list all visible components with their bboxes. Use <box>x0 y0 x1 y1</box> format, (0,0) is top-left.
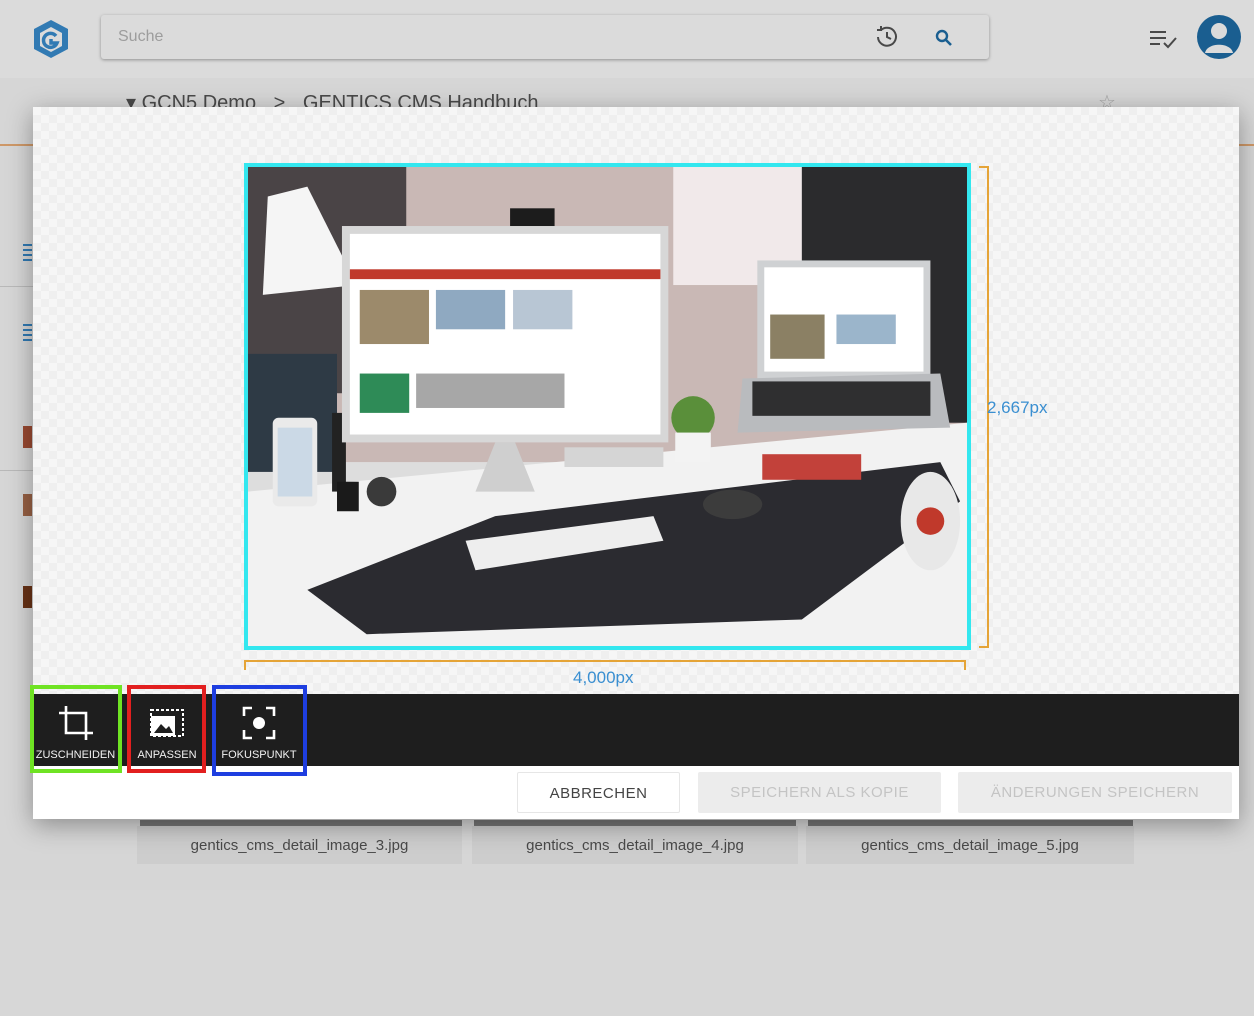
image-editor-modal: 2,667px 4,000px ZUSCHNEIDEN ANPASSEN FOK… <box>33 107 1239 819</box>
crop-icon <box>58 706 93 740</box>
width-label: 4,000px <box>573 668 634 687</box>
save-changes-button[interactable]: ÄNDERUNGEN SPEICHERN <box>958 772 1232 813</box>
focal-point-icon <box>242 706 276 740</box>
resize-tool-label: ANPASSEN <box>137 749 197 761</box>
cancel-button[interactable]: ABBRECHEN <box>517 772 680 813</box>
editor-toolbar: ZUSCHNEIDEN ANPASSEN FOKUSPUNKT <box>33 694 1239 766</box>
crop-tool-button[interactable]: ZUSCHNEIDEN <box>33 694 118 766</box>
resize-tool-button[interactable]: ANPASSEN <box>131 694 203 766</box>
focal-point-tool-button[interactable]: FOKUSPUNKT <box>217 694 301 766</box>
resize-image-icon <box>150 709 184 737</box>
image-preview[interactable] <box>244 163 971 650</box>
height-label: 2,667px <box>987 398 1048 417</box>
crop-tool-label: ZUSCHNEIDEN <box>35 749 116 761</box>
save-as-copy-button[interactable]: SPEICHERN ALS KOPIE <box>698 772 941 813</box>
editor-canvas: 2,667px 4,000px <box>33 107 1239 694</box>
focal-point-tool-label: FOKUSPUNKT <box>221 749 297 761</box>
modal-footer: ABBRECHEN SPEICHERN ALS KOPIE ÄNDERUNGEN… <box>33 766 1239 819</box>
